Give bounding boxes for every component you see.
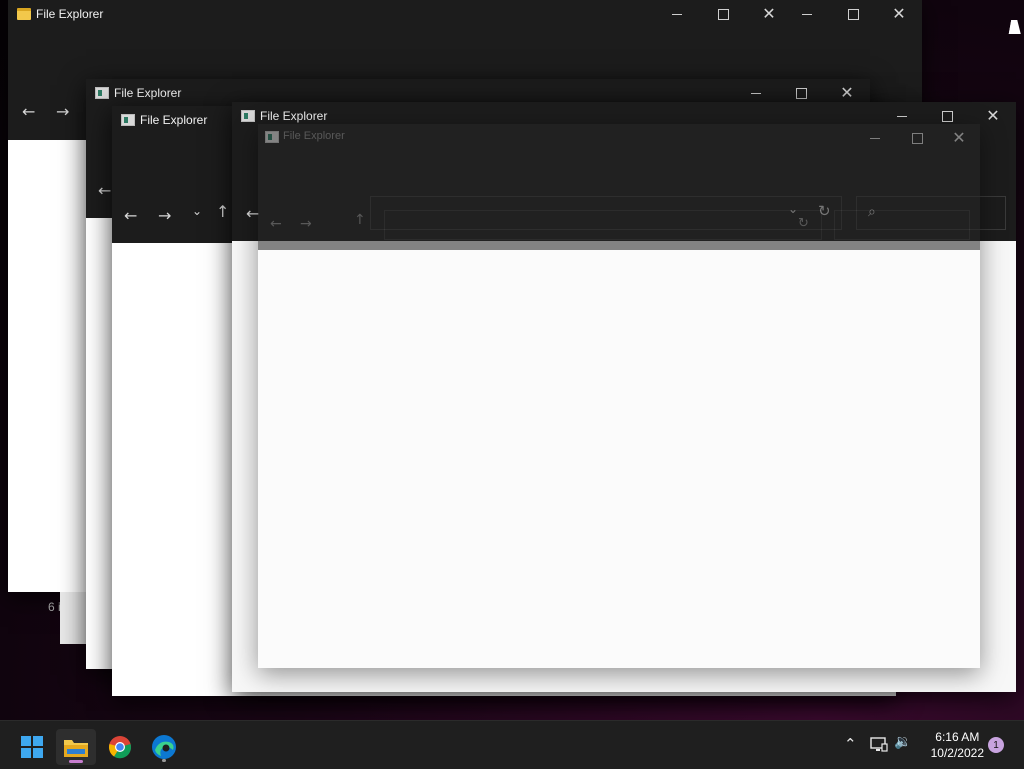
maximize-button[interactable] [894,124,940,152]
taskbar-chrome[interactable] [100,729,140,765]
explorer-app-icon [121,114,135,126]
content-area[interactable] [258,250,980,668]
taskbar-file-explorer[interactable] [56,729,96,765]
up-button[interactable]: ↑ [216,202,229,221]
minimize-icon [751,92,761,94]
mouse-cursor [1008,20,1024,34]
edge-icon [152,735,176,759]
minimize-icon [802,13,812,15]
minimize-icon [672,13,682,15]
up-button[interactable]: ↑ [354,212,366,228]
chrome-icon [108,736,132,759]
notification-badge[interactable]: 1 [988,737,1004,753]
close-icon: ✕ [762,4,776,23]
clock[interactable]: 6:16 AM 10/2/2022 [931,729,984,761]
minimize-button[interactable] [654,0,700,28]
back-button[interactable]: ← [98,181,111,200]
close-button[interactable]: ✕ [936,124,982,152]
window-title: File Explorer [36,7,104,21]
window-title: File Explorer [260,109,328,123]
close-icon: ✕ [952,128,966,147]
minimize-button[interactable] [852,124,898,152]
taskbar: ⌃ 🔉 6:16 AM 10/2/2022 1 [0,720,1024,769]
explorer-app-icon [265,131,279,143]
title-bar[interactable]: File Explorer ✕ [258,124,980,152]
close-button-secondary[interactable]: ✕ [876,0,922,28]
taskbar-edge[interactable] [144,729,184,765]
content-area[interactable] [8,140,88,592]
recent-locations-button[interactable]: ⌄ [192,204,202,218]
running-indicator [162,759,166,762]
search-box[interactable] [834,210,970,240]
close-icon: ✕ [892,4,906,23]
forward-button[interactable]: → [300,216,312,232]
explorer-app-icon [241,110,255,122]
maximize-icon [911,132,923,144]
minimize-icon [897,115,907,117]
maximize-button[interactable] [700,0,746,28]
minimize-button-secondary[interactable] [784,0,830,28]
forward-button[interactable]: → [56,102,69,121]
maximize-icon [941,110,953,122]
address-bar[interactable] [384,210,822,240]
window-title: File Explorer [140,113,208,127]
folder-icon [17,8,31,20]
window-title: File Explorer [283,130,345,142]
close-icon: ✕ [840,83,854,102]
content-area-strip [60,592,86,644]
show-hidden-icons-button[interactable]: ⌃ [844,735,857,753]
content-area[interactable] [86,218,112,669]
back-button[interactable]: ← [270,216,282,232]
maximize-icon [717,8,729,20]
clock-time: 6:16 AM [935,730,980,744]
back-button[interactable]: ← [22,102,35,121]
active-indicator [69,760,83,763]
maximize-icon [847,8,859,20]
maximize-icon [795,87,807,99]
folder-icon [64,740,88,757]
maximize-button-secondary[interactable] [830,0,876,28]
file-explorer-window-opening[interactable]: File Explorer ✕ ← → ↑ ↻ [258,124,980,668]
window-title: File Explorer [114,86,182,100]
minimize-icon [870,137,880,139]
status-bar-fragment: 6 i [48,600,61,614]
start-button[interactable] [12,729,52,765]
refresh-button[interactable]: ↻ [798,216,809,231]
title-bar[interactable]: File Explorer ✕ ✕ [8,0,922,28]
back-button[interactable]: ← [124,206,137,225]
clock-date: 10/2/2022 [930,746,984,760]
close-icon: ✕ [986,106,1000,125]
windows-logo-icon [21,736,43,758]
network-icon[interactable] [870,737,888,753]
forward-button[interactable]: → [158,206,171,225]
volume-icon[interactable]: 🔉 [894,734,911,750]
explorer-app-icon [95,87,109,99]
